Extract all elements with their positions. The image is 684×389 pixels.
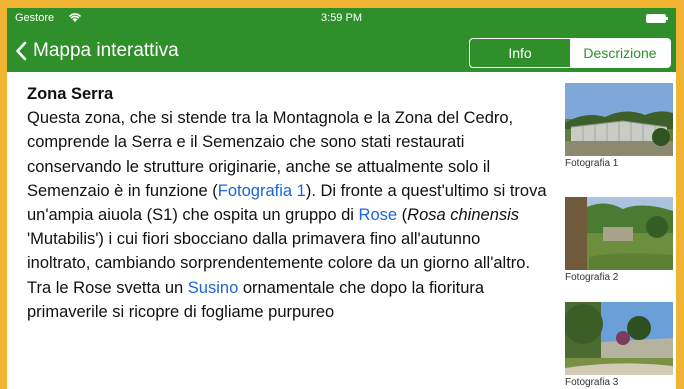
link-susino[interactable]: Susino <box>188 279 238 297</box>
segmented-control: Info Descrizione <box>469 38 671 68</box>
link-rose[interactable]: Rose <box>359 206 398 224</box>
navigation-bar: Mappa interattiva Info Descrizione <box>7 30 676 72</box>
description-text: Zona Serra Questa zona, che si stende tr… <box>27 82 547 324</box>
chevron-left-icon <box>16 41 27 61</box>
photo-thumbnail-2[interactable]: Fotografia 2 <box>565 197 673 283</box>
battery-icon <box>646 14 668 23</box>
status-bar: Gestore 3:59 PM <box>7 8 676 28</box>
tab-info[interactable]: Info <box>470 39 570 67</box>
photo-caption: Fotografia 2 <box>565 272 619 283</box>
photo-thumbnail-1[interactable]: Fotografia 1 <box>565 83 673 169</box>
back-label: Mappa interattiva <box>33 40 179 61</box>
photo-caption: Fotografia 3 <box>565 377 619 388</box>
photo-caption: Fotografia 1 <box>565 158 619 169</box>
paragraph-text: ( <box>397 206 408 225</box>
section-title: Zona Serra <box>27 85 114 103</box>
top-bar: Gestore 3:59 PM Mappa interattiva Info D… <box>7 8 676 72</box>
garden-photo <box>565 197 673 270</box>
link-fotografia-1[interactable]: Fotografia 1 <box>218 182 306 200</box>
photo-thumbnail-3[interactable]: Fotografia 3 <box>565 302 673 388</box>
trees-photo <box>565 302 673 375</box>
status-time: 3:59 PM <box>321 12 362 24</box>
greenhouse-photo <box>565 83 673 156</box>
app-screen: Gestore 3:59 PM Mappa interattiva Info D… <box>7 8 676 389</box>
tab-descrizione[interactable]: Descrizione <box>570 39 670 67</box>
scientific-name: Rosa chinensis <box>407 206 520 225</box>
back-button[interactable]: Mappa interattiva <box>15 38 179 64</box>
